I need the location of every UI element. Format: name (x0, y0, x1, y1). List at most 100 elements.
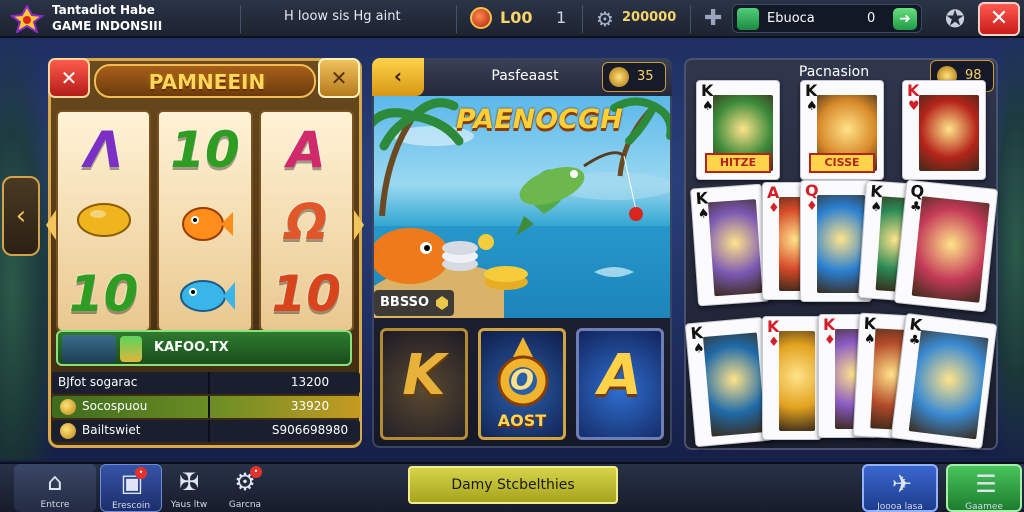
card-rank: K (908, 314, 924, 335)
card-art (919, 95, 979, 171)
menu-icon: ☰ (975, 470, 997, 498)
playing-card[interactable]: K ♠ (684, 316, 774, 448)
card-rank: K (863, 313, 877, 334)
card-art (911, 196, 990, 303)
trophy-icon (609, 67, 629, 87)
tile-subtitle: AOST (497, 411, 547, 430)
card-rank: A (767, 183, 780, 202)
lemon-icon (58, 188, 149, 258)
card-rank: K (689, 323, 704, 344)
tile-a[interactable]: A (576, 328, 664, 440)
stat-label: Socospuou (82, 399, 148, 413)
reel-symbol: A (261, 116, 352, 186)
wallet-name: Ebuoca (767, 11, 815, 26)
reel-symbol: Λ (58, 116, 149, 186)
score-value: BBSSO (380, 295, 430, 310)
fishing-scene[interactable]: PAENOCGH (374, 96, 670, 318)
gem-balance: 200000 (622, 10, 677, 25)
playing-card[interactable]: K ♠ HITZE (696, 80, 780, 180)
divider (240, 5, 241, 33)
top-bar: Tantadiot Habe GAME INDONSIII H loow sis… (0, 0, 1024, 38)
fishing-tiles: K O AOST A (380, 328, 664, 440)
menu-button[interactable]: ☰ Gaamee (946, 464, 1022, 512)
tile-k[interactable]: K (380, 328, 468, 440)
divider (582, 5, 583, 33)
playing-card[interactable]: K ♣ (890, 312, 998, 450)
card-rank: K (767, 317, 780, 336)
chevron-left-icon: ‹ (15, 201, 27, 231)
wallet-go-icon[interactable]: ➜ (893, 8, 917, 30)
fishing-score: BBSSO (374, 290, 454, 316)
slot-title: PAMNEEIN (148, 70, 266, 94)
daily-button[interactable]: Damy Stcbelthies (408, 466, 618, 504)
slot-title-bar: PAMNEEIN (94, 64, 316, 98)
slot-close-button[interactable]: ✕ (318, 58, 360, 98)
close-button[interactable]: ✕ (978, 2, 1020, 36)
card-suit: ♣ (907, 332, 922, 349)
card-suit: ♠ (702, 99, 714, 114)
card-suit: ♠ (697, 206, 710, 223)
card-suit: ♠ (869, 199, 883, 216)
slot-back-button[interactable]: ✕ (48, 58, 90, 98)
brand-name: Tantadiot Habe (52, 3, 155, 17)
nav-box[interactable]: ▣ Erescoin • (100, 464, 162, 512)
settings-icon[interactable]: ⚙ (594, 8, 616, 30)
previous-page-button[interactable]: ‹ (2, 176, 40, 256)
stat-value: 33920 (290, 399, 330, 413)
plus-icon[interactable]: ✚ (704, 6, 722, 31)
card-rank: K (869, 181, 884, 202)
home-icon: ⌂ (47, 468, 63, 496)
divider (456, 5, 457, 33)
player-name: KAFOO.TX (154, 340, 229, 355)
slot-reels[interactable]: Λ 10 10 A Ω 10 (56, 110, 354, 332)
player-row[interactable]: KAFOO.TX (56, 330, 352, 366)
stat-value: 13200 (290, 375, 330, 389)
card-label: CISSE (809, 153, 875, 173)
tile-o[interactable]: O AOST (478, 328, 566, 440)
coin-icon (470, 7, 492, 29)
fishing-back-button[interactable]: ‹ (372, 58, 424, 96)
nav-label: Joooa lasa (877, 502, 923, 512)
reel-symbol: Ω (261, 188, 352, 258)
card-rank: Q (909, 181, 926, 202)
reel-symbol-text: Λ (84, 121, 124, 179)
nav-tools[interactable]: ✠ Yaus ltw (158, 464, 220, 512)
card-suit: ♣ (909, 199, 923, 216)
game-logo-icon[interactable] (10, 5, 44, 33)
nav-gear[interactable]: ⚙ Garcna • (214, 464, 276, 512)
rocket-icon: ✈ (891, 470, 913, 498)
badge-value: 35 (637, 69, 654, 84)
card-rank: K (701, 81, 714, 100)
card-suit: ♠ (806, 99, 818, 114)
playing-card[interactable]: Q ♣ (893, 179, 999, 313)
rocket-button[interactable]: ✈ Joooa lasa (862, 464, 938, 512)
fishing-title: Pasfeaast (491, 68, 559, 84)
favorite-icon[interactable]: ✪ (940, 4, 970, 34)
goldfish-icon (159, 188, 250, 258)
notification-badge: • (250, 466, 262, 478)
card-suit: ♠ (692, 341, 706, 357)
stat-label: Bailtswiet (82, 423, 141, 437)
wallet-value: 0 (867, 11, 876, 26)
reel-symbol-text: 10 (271, 265, 342, 323)
nav-label: Entcre (40, 500, 70, 510)
wallet-box[interactable]: Ebuoca 0 ➜ (732, 4, 922, 33)
divider (690, 5, 691, 33)
card-art (707, 199, 763, 297)
playing-card[interactable]: K ♠ (689, 183, 771, 307)
nav-label: Erescoin (111, 501, 151, 511)
avatar (62, 335, 116, 363)
playing-card[interactable]: K ♦ (762, 316, 822, 440)
card-art (779, 331, 815, 431)
gem-icon (436, 296, 448, 310)
card-rank: K (823, 315, 836, 334)
card-suit: ♦ (806, 199, 818, 214)
card-suit: ♦ (824, 333, 836, 348)
nav-home[interactable]: ⌂ Entcre (14, 464, 96, 512)
card-art (908, 329, 989, 440)
close-icon: ✕ (60, 66, 78, 90)
playing-card[interactable]: K ♥ (902, 80, 986, 180)
reel-symbol-text: 10 (170, 121, 240, 179)
reel-symbol: 10 (58, 260, 149, 330)
playing-card[interactable]: K ♠ CISSE (800, 80, 884, 180)
